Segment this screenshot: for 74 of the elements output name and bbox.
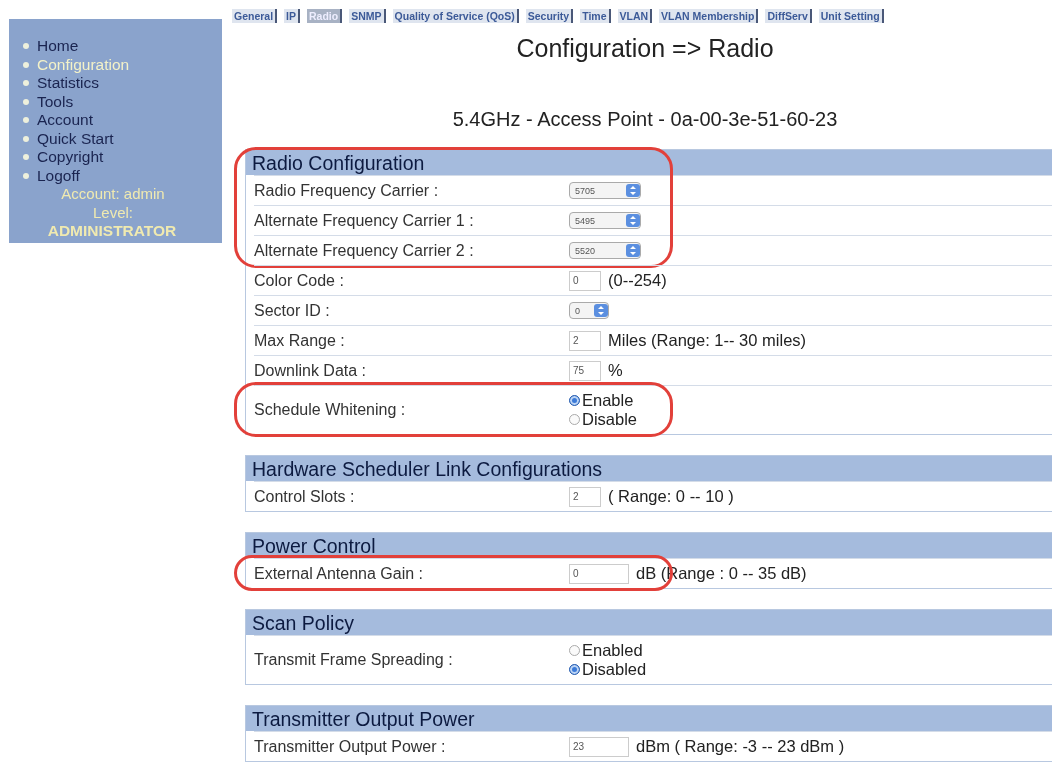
stepper-icon (626, 244, 640, 257)
tab[interactable]: Time (580, 9, 611, 23)
input-field[interactable]: 2 (569, 486, 601, 507)
radio-button[interactable] (569, 414, 580, 425)
tab[interactable]: VLAN Membership (659, 9, 759, 23)
bullet-icon (23, 135, 29, 142)
sidebar-link[interactable]: Copyright (37, 148, 104, 167)
section-header: Transmitter Output Power (246, 706, 1052, 731)
sidebar-link[interactable]: Quick Start (37, 129, 114, 148)
sidebar-link[interactable]: Statistics (37, 74, 99, 93)
sidebar-link[interactable]: Tools (37, 92, 74, 111)
dropdown[interactable]: 5495 (569, 212, 641, 229)
section-header: Scan Policy (246, 610, 1052, 635)
section-header: Radio Configuration (246, 150, 1052, 175)
field-label: Color Code : (254, 271, 345, 290)
input-field[interactable]: 0 (569, 270, 601, 291)
section-header: Hardware Scheduler Link Configurations (246, 456, 1052, 481)
field-label: External Antenna Gain : (254, 564, 424, 583)
level-text: ADMINISTRATOR (46, 222, 178, 241)
input-field[interactable]: 0 (569, 563, 629, 584)
radio-button[interactable] (569, 664, 580, 675)
bullet-icon (23, 154, 29, 161)
unit-text: dBm ( Range: -3 -- 23 dBm ) (636, 737, 845, 756)
tab[interactable]: Security (525, 9, 574, 23)
field-label: Alternate Frequency Carrier 2 : (254, 241, 475, 260)
tab[interactable]: IP (284, 9, 301, 23)
bullet-icon (23, 117, 29, 124)
radio-label: Disabled (582, 660, 647, 679)
bullet-icon (23, 43, 29, 50)
stepper-icon (626, 184, 640, 197)
tab[interactable]: DiffServ (765, 9, 812, 23)
bullet-icon (23, 98, 29, 105)
radio-button[interactable] (569, 395, 580, 406)
sidebar-link[interactable]: Logoff (37, 166, 80, 185)
bullet-icon (23, 172, 29, 179)
field-label: Schedule Whitening : (254, 401, 407, 419)
unit-text: (0--254) (608, 271, 667, 290)
radio-label: Enabled (582, 641, 643, 660)
stepper-icon (626, 214, 640, 227)
tab[interactable]: General (232, 9, 278, 23)
radio-button[interactable] (569, 645, 580, 656)
tab[interactable]: SNMP (349, 9, 386, 23)
input-field[interactable]: 75 (569, 360, 601, 381)
level-label: Level: (92, 203, 134, 222)
page-title: Configuration => Radio (515, 33, 775, 63)
tab[interactable]: Quality of Service (QoS) (392, 9, 519, 23)
bullet-icon (23, 80, 29, 87)
tab[interactable]: VLAN (617, 9, 653, 23)
field-label: Radio Frequency Carrier : (254, 181, 440, 200)
account-text: Account: admin (60, 185, 166, 204)
field-label: Transmitter Output Power : (254, 737, 447, 756)
stepper-icon (594, 304, 608, 317)
field-label: Control Slots : (254, 487, 356, 506)
radio-label: Enable (582, 391, 634, 410)
field-label: Transmit Frame Spreading : (254, 651, 454, 669)
section-header: Power Control (246, 533, 1052, 558)
unit-text: % (608, 361, 623, 380)
input-field[interactable]: 2 (569, 330, 601, 351)
dropdown[interactable]: 5520 (569, 242, 641, 259)
field-label: Alternate Frequency Carrier 1 : (254, 211, 475, 230)
dropdown[interactable]: 5705 (569, 182, 641, 199)
field-label: Downlink Data : (254, 361, 368, 380)
field-label: Max Range : (254, 331, 346, 350)
tab[interactable]: Unit Setting (818, 9, 884, 23)
field-label: Sector ID : (254, 301, 331, 320)
sidebar-link[interactable]: Home (37, 37, 79, 56)
unit-text: ( Range: 0 -- 10 ) (608, 487, 734, 506)
radio-label: Disable (582, 410, 638, 429)
unit-text: Miles (Range: 1-- 30 miles) (608, 331, 807, 350)
bullet-icon (23, 61, 29, 68)
sidebar-link[interactable]: Account (37, 111, 93, 130)
device-subtitle: 5.4GHz - Access Point - 0a-00-3e-51-60-23 (451, 107, 839, 131)
dropdown[interactable]: 0 (569, 302, 609, 319)
input-field[interactable]: 23 (569, 736, 629, 757)
